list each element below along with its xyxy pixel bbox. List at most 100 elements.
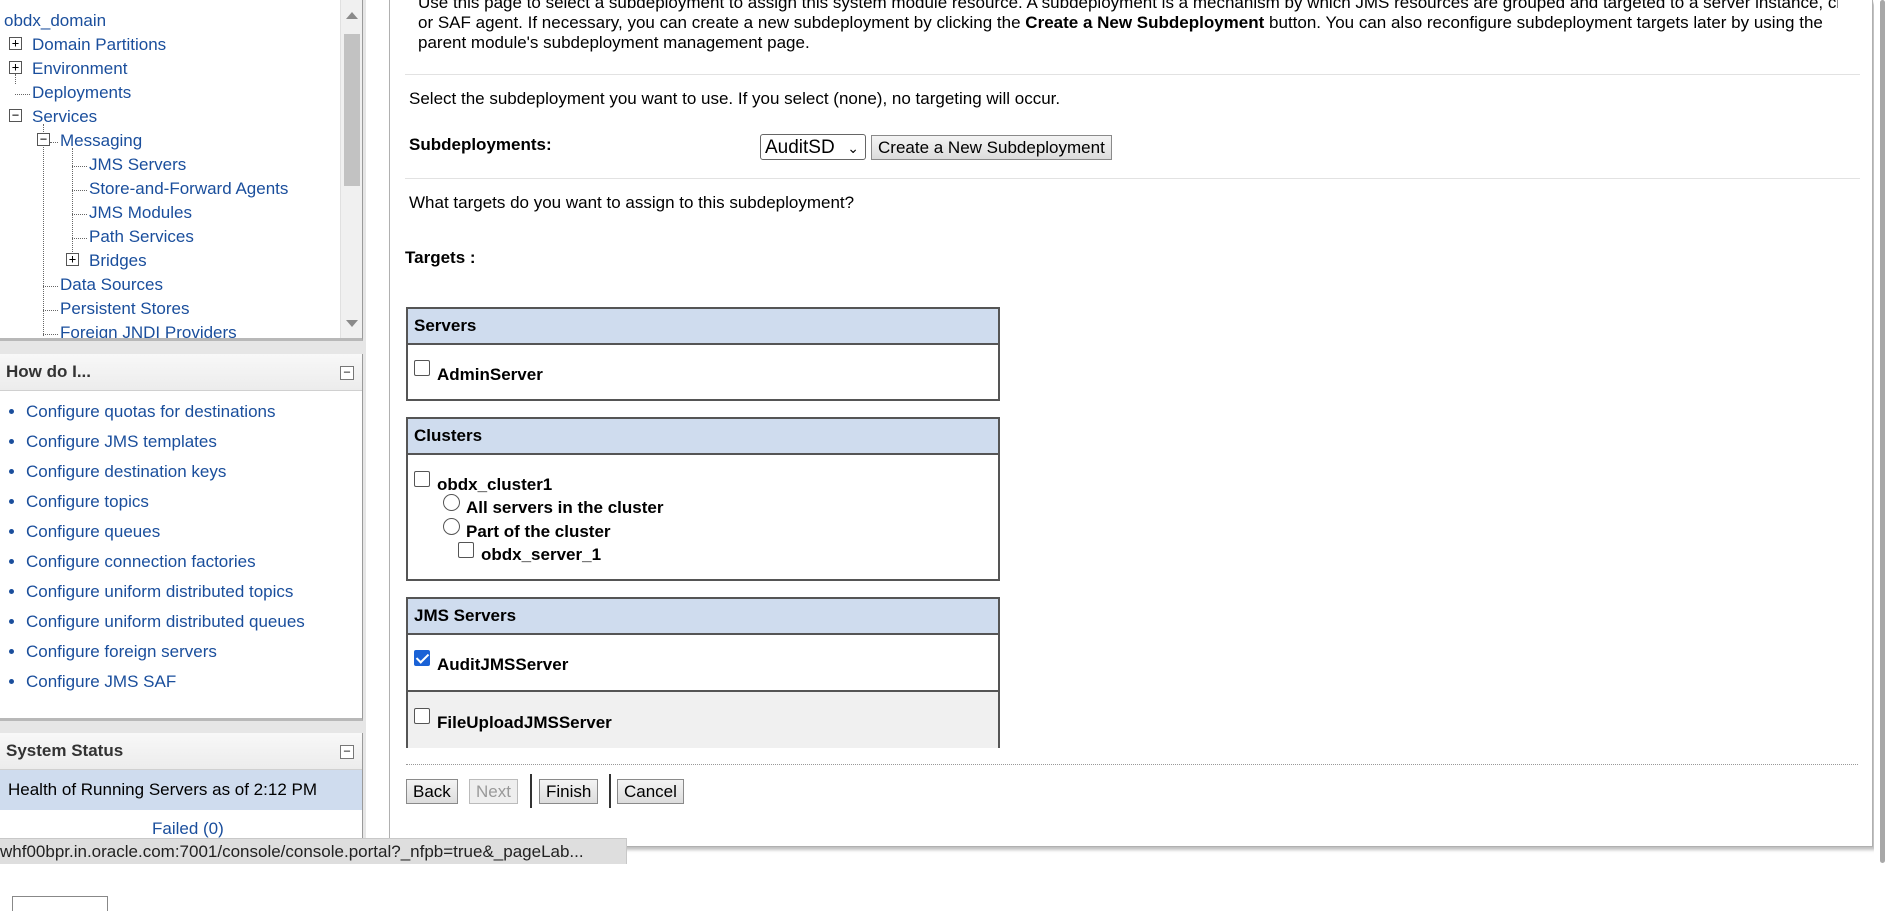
tree-item-data-sources[interactable]: Data Sources [60,274,163,296]
system-status-title: System Status [6,741,124,760]
tree-item-environment[interactable]: Environment [32,58,127,80]
browser-status-url: whf00bpr.in.oracle.com:7001/console/cons… [0,838,627,864]
how-do-i-header: How do I... − [0,354,362,391]
jms-servers-header: JMS Servers [408,599,998,635]
subdeployment-select[interactable]: AuditSD ⌄ [760,134,866,160]
expand-icon[interactable]: + [9,61,22,74]
system-status-header: System Status − [0,733,362,770]
tree-item-persistent-stores[interactable]: Persistent Stores [60,298,189,320]
list-item: Configure destination keys [26,461,362,483]
tree-item-domain-partitions[interactable]: Domain Partitions [32,34,166,56]
table-row: AuditJMSServer [408,635,998,690]
howdo-link[interactable]: Configure quotas for destinations [26,402,276,421]
list-item: Configure topics [26,491,362,513]
howdo-link[interactable]: Configure destination keys [26,462,226,481]
part-of-cluster-radio[interactable] [443,518,460,535]
servers-header: Servers [408,309,998,345]
howdo-link[interactable]: Configure JMS SAF [26,672,176,691]
collapse-icon[interactable]: − [37,133,50,146]
targets-label: Targets : [405,248,476,267]
intro-line: Use this page to select a subdeployment … [418,0,1838,12]
servers-box: Servers AdminServer [406,307,1000,401]
all-servers-label: All servers in the cluster [466,498,664,517]
howdo-link[interactable]: Configure uniform distributed queues [26,612,305,631]
tree-connector [43,310,58,311]
health-label: Health of Running Servers as of 2:12 PM [0,770,362,810]
minimize-icon[interactable]: − [340,366,354,380]
collapse-icon[interactable]: − [9,109,22,122]
howdo-link[interactable]: Configure connection factories [26,552,256,571]
list-item: Configure foreign servers [26,641,362,663]
scroll-up-arrow-icon[interactable] [346,12,358,19]
how-do-i-title: How do I... [6,362,91,381]
create-subdeployment-button[interactable]: Create a New Subdeployment [871,135,1112,160]
page-scroll-thumb[interactable] [1880,0,1885,863]
cluster-checkbox[interactable] [414,471,430,487]
back-button[interactable]: Back [406,779,458,804]
scroll-thumb[interactable] [344,34,360,186]
table-row: AdminServer [408,345,998,401]
targets-question: What targets do you want to assign to th… [409,193,855,212]
tree-connector [72,214,87,215]
page-scrollbar[interactable] [1874,0,1891,863]
next-button[interactable]: Next [469,779,518,804]
list-item: Configure quotas for destinations [26,401,362,423]
intro-text: Use this page to select a subdeployment … [418,0,1838,53]
divider [406,764,1858,765]
tree-connector [15,94,30,95]
tree-connector [72,148,73,260]
cluster-member-checkbox[interactable] [458,542,474,558]
how-do-i-panel: How do I... − Configure quotas for desti… [0,354,363,721]
scroll-down-arrow-icon[interactable] [346,320,358,327]
howdo-link[interactable]: Configure JMS templates [26,432,217,451]
tree-item-jms-servers[interactable]: JMS Servers [89,154,186,176]
divider [405,178,1860,179]
tree-item-bridges[interactable]: Bridges [89,250,147,272]
tree-connector [50,142,58,143]
how-do-i-list: Configure quotas for destinations Config… [0,391,362,693]
howdo-link[interactable]: Configure uniform distributed topics [26,582,293,601]
subdeployment-value: AuditSD [765,137,835,158]
expand-icon[interactable]: + [66,253,79,266]
tree-item-services[interactable]: Services [32,106,97,128]
list-item: Configure JMS SAF [26,671,362,693]
left-column: obdx_domain + Domain Partitions + Enviro… [0,0,366,911]
tree-item-deployments[interactable]: Deployments [32,82,131,104]
auditjmsserver-checkbox[interactable] [414,650,430,666]
tree-connector [43,286,58,287]
tree-item-obdx-domain[interactable]: obdx_domain [4,10,106,32]
select-instruction: Select the subdeployment you want to use… [409,89,1061,108]
subdeployments-label: Subdeployments: [409,135,552,154]
all-servers-radio[interactable] [443,494,460,511]
cancel-button[interactable]: Cancel [617,779,684,804]
part-of-cluster-label: Part of the cluster [466,522,611,541]
finish-button[interactable]: Finish [539,779,599,804]
howdo-link[interactable]: Configure queues [26,522,160,541]
list-item: Configure uniform distributed topics [26,581,362,603]
expand-icon[interactable]: + [9,37,22,50]
domain-structure-tree: obdx_domain + Domain Partitions + Enviro… [0,0,363,341]
tree-item-foreign-jndi-providers[interactable]: Foreign JNDI Providers [60,322,237,338]
intro-text-part: button. You can also reconfigure subdepl… [1264,13,1823,32]
adminserver-label: AdminServer [437,365,543,384]
howdo-link[interactable]: Configure foreign servers [26,642,217,661]
divider [405,74,1860,75]
tree-connector [15,74,16,84]
adminserver-checkbox[interactable] [414,360,430,376]
howdo-link[interactable]: Configure topics [26,492,149,511]
tree-connector [72,166,87,167]
tree-item-path-services[interactable]: Path Services [89,226,194,248]
fileuploadjmsserver-checkbox[interactable] [414,708,430,724]
auditjmsserver-label: AuditJMSServer [437,655,569,674]
tree-scrollbar[interactable] [340,0,362,338]
failed-link[interactable]: Failed (0) [152,819,224,839]
tree-item-store-and-forward-agents[interactable]: Store-and-Forward Agents [89,178,288,200]
intro-line: or SAF agent. If necessary, you can crea… [418,13,1838,33]
tree-connector [72,190,87,191]
minimize-icon[interactable]: − [340,745,354,759]
tree-item-jms-modules[interactable]: JMS Modules [89,202,192,224]
intro-line: parent module's subdeployment management… [418,33,810,52]
tree-connector [72,238,87,239]
cluster-name: obdx_cluster1 [437,475,553,494]
main-content: Use this page to select a subdeployment … [389,0,1873,847]
